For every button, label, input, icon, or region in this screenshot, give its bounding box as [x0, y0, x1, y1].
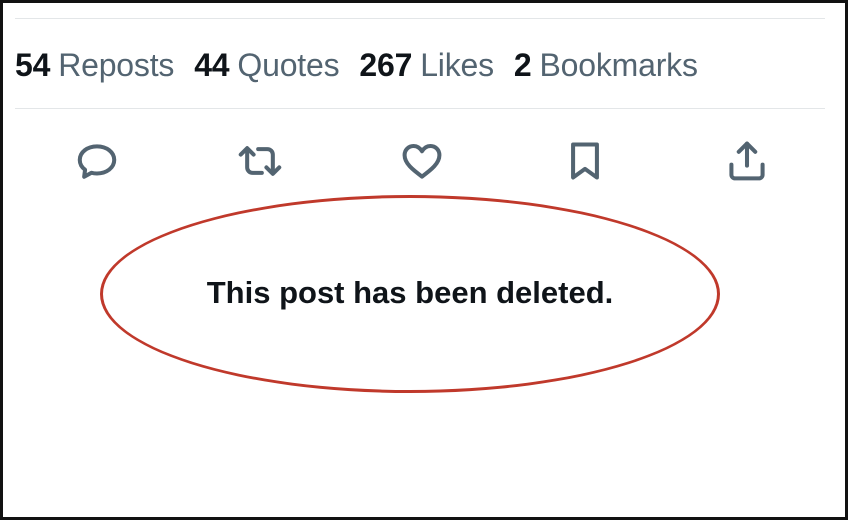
- likes-stat[interactable]: 267 Likes: [359, 47, 494, 84]
- bookmark-button[interactable]: [557, 133, 613, 189]
- share-button[interactable]: [719, 133, 775, 189]
- top-divider: [15, 18, 825, 19]
- screenshot-frame: 54 Reposts 44 Quotes 267 Likes 2 Bookmar…: [0, 0, 848, 520]
- deleted-post-message: This post has been deleted.: [206, 275, 614, 310]
- reposts-stat[interactable]: 54 Reposts: [15, 47, 174, 84]
- action-bar: [3, 133, 845, 193]
- quotes-stat[interactable]: 44 Quotes: [194, 47, 339, 84]
- reposts-label: Reposts: [58, 46, 175, 83]
- bookmarks-label: Bookmarks: [539, 46, 698, 83]
- repost-button[interactable]: [232, 133, 288, 189]
- bookmarks-count: 2: [513, 46, 532, 83]
- stats-divider: [15, 108, 825, 109]
- reply-icon: [77, 144, 117, 179]
- likes-count: 267: [359, 46, 413, 83]
- reposts-count: 54: [15, 46, 51, 83]
- share-icon: [729, 141, 765, 181]
- bookmark-icon: [571, 142, 599, 180]
- engagement-stats: 54 Reposts 44 Quotes 267 Likes 2 Bookmar…: [15, 43, 718, 87]
- likes-label: Likes: [420, 46, 494, 83]
- heart-icon: [402, 143, 442, 179]
- quotes-label: Quotes: [237, 46, 340, 83]
- quotes-count: 44: [194, 46, 230, 83]
- reply-button[interactable]: [69, 133, 125, 189]
- repost-icon: [238, 146, 282, 176]
- bookmarks-stat[interactable]: 2 Bookmarks: [514, 47, 698, 84]
- like-button[interactable]: [394, 133, 450, 189]
